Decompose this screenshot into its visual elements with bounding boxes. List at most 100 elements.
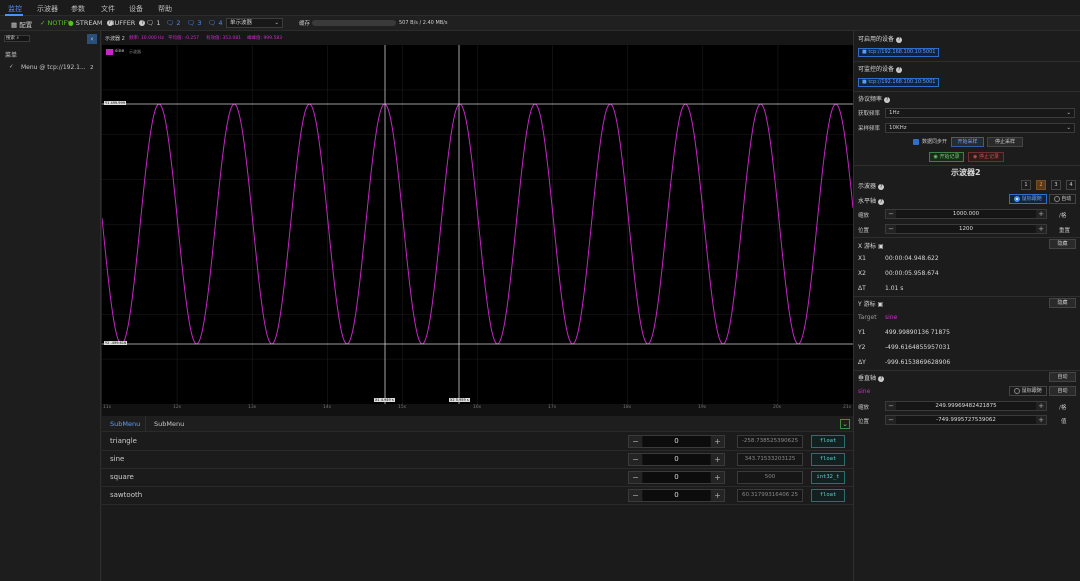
- h-auto-button[interactable]: 自动: [1049, 194, 1076, 204]
- message-count-1[interactable]: 🗨 1: [146, 19, 160, 27]
- minus-icon[interactable]: −: [629, 454, 642, 465]
- x2-label: X2: [858, 270, 866, 277]
- search-input[interactable]: 搜索 ⌕: [4, 35, 30, 42]
- scope-plot[interactable]: sine 示波器 Y1 499.999 Y2 -499.616 X1 4.949…: [102, 45, 853, 404]
- scope-header: 示波器 2 频率: 10.000 Hz 平均值: -0.257 有效值: 353…: [102, 31, 853, 45]
- device-tag[interactable]: ■ tcp://192.168.100.10:5001: [858, 78, 940, 87]
- minus-icon[interactable]: −: [629, 472, 642, 483]
- target-value[interactable]: sine: [885, 314, 897, 321]
- record-icon: ◉: [933, 154, 938, 160]
- menu-oscilloscope[interactable]: 示波器: [37, 4, 58, 14]
- minus-icon[interactable]: −: [629, 490, 642, 501]
- minus-icon[interactable]: −: [886, 402, 896, 410]
- help-icon: ?: [878, 375, 885, 382]
- menu-monitor[interactable]: 监控: [8, 4, 22, 14]
- message-count-2[interactable]: 🗨 2: [166, 19, 180, 27]
- plus-icon[interactable]: +: [711, 436, 724, 447]
- minus-icon[interactable]: −: [886, 210, 896, 218]
- x-tick: 20s: [773, 405, 782, 410]
- message-count-3[interactable]: 🗨 3: [187, 19, 201, 27]
- cache-progress-bar: [312, 20, 396, 26]
- acq-freq-select[interactable]: 1Hz ⌄: [885, 108, 1075, 118]
- expand-button[interactable]: ⌄: [840, 419, 850, 429]
- plus-icon[interactable]: +: [1036, 402, 1046, 410]
- stop-record-button[interactable]: ◉ 停止记录: [968, 152, 1004, 162]
- v-auto-button-2[interactable]: 自动: [1049, 386, 1076, 396]
- v-auto-button[interactable]: 自动: [1049, 372, 1076, 382]
- help-icon: ?: [139, 20, 146, 26]
- checkbox-icon[interactable]: ▣: [878, 243, 884, 250]
- v-series-label: sine: [858, 388, 871, 395]
- chat-icon: 🗨: [146, 19, 155, 27]
- x-tick: 14s: [323, 405, 332, 410]
- stream-toggle[interactable]: ● STREAM ?: [68, 19, 113, 27]
- h-scale-stepper[interactable]: −1000.000 +: [885, 209, 1047, 219]
- scope-button-2[interactable]: 2: [1036, 180, 1046, 190]
- value-stepper[interactable]: −0 +: [628, 435, 725, 448]
- scope-plot-svg: [102, 45, 853, 404]
- y-cursor-hide-button[interactable]: 隐藏: [1049, 298, 1076, 308]
- menu-device[interactable]: 设备: [129, 4, 143, 14]
- value-stepper[interactable]: −0 +: [628, 489, 725, 502]
- tab-submenu-1[interactable]: SubMenu: [110, 420, 140, 428]
- value-stepper[interactable]: −0 +: [628, 453, 725, 466]
- buffer-toggle[interactable]: BUFFER ?: [110, 19, 146, 27]
- type-badge: int32_t: [811, 471, 845, 484]
- radio-icon: [1014, 195, 1021, 202]
- scope-button-4[interactable]: 4: [1066, 180, 1076, 190]
- collapse-button[interactable]: ‹: [87, 34, 97, 44]
- x2-cursor-label: X2 5.959 s: [449, 398, 470, 402]
- v-pos-stepper[interactable]: − -749.9995727539062 +: [885, 415, 1047, 425]
- mode-select[interactable]: 单示波器 ⌄: [226, 18, 283, 28]
- tree-item-menu[interactable]: ✓ Menu @ tcp://192.1... 2: [0, 62, 100, 74]
- minus-icon[interactable]: −: [886, 225, 896, 233]
- v-pos-unit[interactable]: 值: [1061, 417, 1067, 425]
- divider: [854, 237, 1080, 238]
- v-scale-stepper[interactable]: −249.99969482421875 +: [885, 401, 1047, 411]
- plus-icon[interactable]: +: [1036, 210, 1046, 218]
- left-panel: 搜索 ⌕ ‹ 菜单 ✓ Menu @ tcp://192.1... 2: [0, 31, 101, 581]
- v-follow-mouse-button[interactable]: 鼠标跟随: [1009, 386, 1047, 396]
- tab-submenu-2[interactable]: SubMenu: [154, 420, 184, 428]
- plus-icon[interactable]: +: [711, 490, 724, 501]
- menu-file[interactable]: 文件: [101, 4, 115, 14]
- oscilloscope-view: 示波器 2 频率: 10.000 Hz 平均值: -0.257 有效值: 353…: [102, 31, 853, 416]
- start-acq-button[interactable]: 开始采样: [951, 137, 984, 147]
- table-row: sine −0 + 343.71533203125 float: [102, 451, 853, 469]
- sample-freq-select[interactable]: 10KHz ⌄: [885, 123, 1075, 133]
- notify-toggle[interactable]: ✓ NOTIFY: [40, 19, 71, 27]
- plus-icon[interactable]: +: [711, 472, 724, 483]
- value-stepper[interactable]: −0 +: [628, 471, 725, 484]
- device-tag[interactable]: ■ tcp://192.168.100.10:5001: [858, 48, 940, 57]
- menu-params[interactable]: 参数: [71, 4, 85, 14]
- plus-icon[interactable]: +: [1036, 416, 1046, 424]
- x-cursor-hide-button[interactable]: 隐藏: [1049, 239, 1076, 249]
- checkbox-icon[interactable]: ▣: [878, 301, 884, 308]
- type-badge: float: [811, 435, 845, 448]
- h-reset-button[interactable]: 重置: [1059, 226, 1070, 234]
- x-cursor-heading: X 游标 ▣: [858, 243, 884, 250]
- plus-icon[interactable]: +: [711, 454, 724, 465]
- start-record-button[interactable]: ◉ 开始记录: [929, 152, 964, 162]
- h-pos-stepper[interactable]: −1200 +: [885, 224, 1047, 234]
- message-count-4[interactable]: 🗨 4: [208, 19, 222, 27]
- h-pos-label: 位置: [858, 228, 870, 234]
- scope-button-3[interactable]: 3: [1051, 180, 1061, 190]
- stop-acq-button[interactable]: 停止采样: [987, 137, 1023, 147]
- chevron-left-icon: ‹: [90, 35, 94, 43]
- plus-icon[interactable]: +: [1036, 225, 1046, 233]
- y2-label: Y2: [858, 344, 866, 351]
- h-follow-mouse-button[interactable]: 鼠标跟随: [1009, 194, 1047, 204]
- type-badge: float: [811, 489, 845, 502]
- menu-help[interactable]: 帮助: [158, 4, 172, 14]
- sync-checkbox[interactable]: [913, 139, 919, 145]
- scope-button-1[interactable]: 1: [1021, 180, 1031, 190]
- x-tick: 16s: [473, 405, 482, 410]
- x-tick: 18s: [623, 405, 632, 410]
- minus-icon[interactable]: −: [886, 416, 896, 424]
- divider: [854, 91, 1080, 92]
- config-button[interactable]: ▦ 配置: [11, 19, 32, 29]
- x-tick: 15s: [398, 405, 407, 410]
- right-panel: 可启用的设备? ■ tcp://192.168.100.10:5001 可监控的…: [853, 31, 1080, 581]
- minus-icon[interactable]: −: [629, 436, 642, 447]
